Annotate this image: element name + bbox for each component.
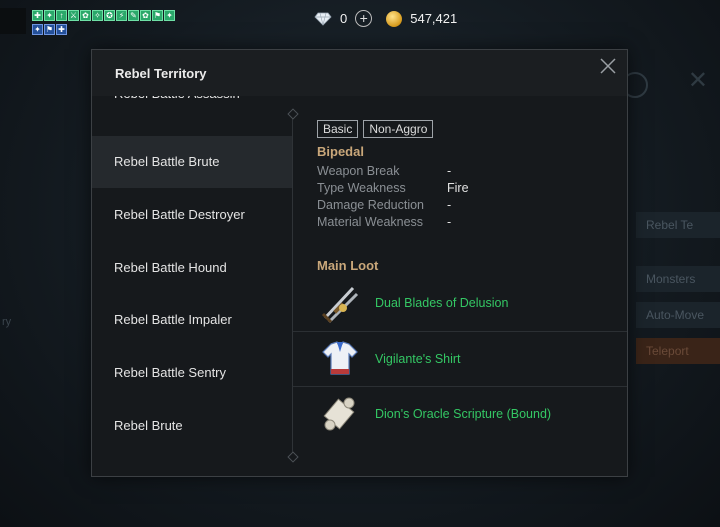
prop-value: -	[447, 198, 452, 212]
buff-bar-secondary: ✦ ⚑ ✚	[32, 24, 67, 35]
monster-list-item-selected[interactable]: Rebel Battle Brute	[92, 136, 292, 188]
tag-basic: Basic	[317, 120, 359, 138]
prop-label: Weapon Break	[317, 164, 400, 178]
buff-bar: ✚ ✦ ↑ ⚔ ✿ ✧ ✪ ⚡ ✎ ✿ ⚑ ✦	[32, 10, 175, 21]
bg-panel-monsters: Monsters	[636, 266, 720, 292]
main-loot-title: Main Loot	[317, 258, 379, 273]
close-icon	[600, 58, 616, 74]
left-hud-tag	[0, 8, 26, 34]
add-gems-button[interactable]: +	[355, 10, 373, 27]
monster-tags: Basic Non-Aggro	[317, 120, 434, 138]
monster-list-item[interactable]: Rebel Battle Hound	[92, 242, 292, 294]
shirt-icon	[322, 341, 358, 375]
prop-value: -	[447, 164, 452, 178]
buff-icon: ⚡	[116, 10, 127, 21]
monster-detail: Basic Non-Aggro Bipedal Weapon Break - T…	[293, 96, 627, 476]
prop-value: -	[447, 215, 452, 229]
monster-list-item[interactable]: Rebel Battle Sentry	[92, 347, 292, 399]
scroll-icon	[323, 397, 355, 431]
close-button[interactable]	[597, 56, 619, 78]
buff-icon: ✿	[80, 10, 91, 21]
buff-icon: ✦	[44, 10, 55, 21]
buff-icon: ⚔	[68, 10, 79, 21]
monster-category: Bipedal	[317, 144, 364, 159]
dual-blades-icon	[321, 286, 359, 324]
bg-panel-auto-move: Auto-Move	[636, 302, 720, 328]
dialog-header: Rebel Territory	[92, 50, 627, 96]
loot-name: Dual Blades of Delusion	[375, 296, 509, 310]
buff-icon: ✧	[92, 10, 103, 21]
buff-icon: ⚑	[152, 10, 163, 21]
monster-list-item[interactable]: Rebel Battle Assassin	[92, 96, 292, 120]
gold-coin-icon	[386, 10, 403, 27]
loot-item[interactable]: Vigilante's Shirt	[293, 331, 627, 385]
prop-value: Fire	[447, 181, 469, 195]
buff-icon: ⚑	[44, 24, 55, 35]
rebel-territory-dialog: Rebel Territory Rebel Battle Assassin Re…	[91, 49, 628, 477]
buff-icon: ✎	[128, 10, 139, 21]
loot-name: Dion's Oracle Scripture (Bound)	[375, 407, 552, 421]
background-close-icon: ✕	[687, 67, 708, 94]
prop-label: Damage Reduction	[317, 198, 425, 212]
diamond-gem-icon	[314, 12, 332, 26]
buff-icon: ↑	[56, 10, 67, 21]
prop-label: Type Weakness	[317, 181, 406, 195]
buff-icon: ✦	[164, 10, 175, 21]
buff-icon: ✿	[140, 10, 151, 21]
bg-panel-teleport: Teleport	[636, 338, 720, 364]
bg-panel-title: Rebel Te	[636, 212, 720, 238]
monster-list[interactable]: Rebel Battle Assassin Rebel Battle Brute…	[92, 96, 292, 476]
bg-left-fragment: ry	[2, 316, 12, 328]
dialog-title: Rebel Territory	[115, 66, 207, 81]
loot-item[interactable]: Dion's Oracle Scripture (Bound)	[293, 386, 627, 440]
buff-icon: ✚	[56, 24, 67, 35]
loot-name: Vigilante's Shirt	[375, 352, 461, 366]
prop-label: Material Weakness	[317, 215, 424, 229]
currency-bar: 0 + 547,421	[314, 10, 457, 27]
loot-item[interactable]: Dual Blades of Delusion	[293, 276, 627, 330]
gem-count: 0	[340, 11, 348, 26]
monster-list-item[interactable]: Rebel Battle Destroyer	[92, 189, 292, 241]
buff-icon: ✚	[32, 10, 43, 21]
gold-amount: 547,421	[410, 11, 458, 26]
tag-non-aggro: Non-Aggro	[363, 120, 434, 138]
buff-icon: ✪	[104, 10, 115, 21]
buff-icon: ✦	[32, 24, 43, 35]
monster-list-item[interactable]: Rebel Brute	[92, 400, 292, 452]
monster-list-item[interactable]: Rebel Battle Impaler	[92, 294, 292, 346]
